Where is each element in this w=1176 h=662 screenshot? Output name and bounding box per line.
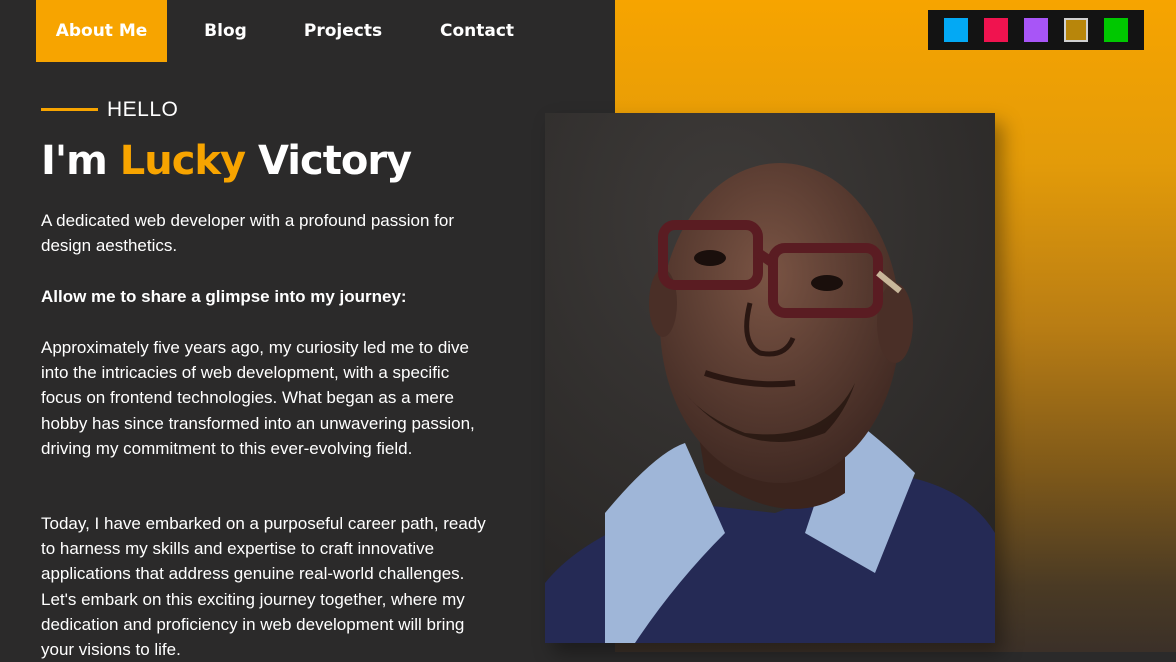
title-prefix: I'm xyxy=(41,138,108,184)
title-last-name: Victory xyxy=(258,138,412,184)
profile-photo xyxy=(545,113,995,643)
greeting: HELLO xyxy=(107,98,179,121)
theme-swatch-gold[interactable] xyxy=(1064,18,1088,42)
journey-paragraph-2: Today, I have embarked on a purposeful c… xyxy=(41,514,486,660)
theme-swatch-red[interactable] xyxy=(984,18,1008,42)
nav-projects[interactable]: Projects xyxy=(284,0,402,62)
theme-swatch-purple[interactable] xyxy=(1024,18,1048,42)
theme-color-picker xyxy=(928,10,1144,50)
theme-swatch-blue[interactable] xyxy=(944,18,968,42)
profile-photo-illustration xyxy=(545,113,995,643)
journey-paragraph-1: Approximately five years ago, my curiosi… xyxy=(41,338,475,458)
journey-subheading: Allow me to share a glimpse into my jour… xyxy=(41,287,407,306)
page-title: I'm Lucky Victory xyxy=(41,138,412,184)
title-first-name: Lucky xyxy=(119,138,246,184)
nav-about-me[interactable]: About Me xyxy=(36,0,167,62)
nav-contact[interactable]: Contact xyxy=(402,0,552,62)
intro-text: A dedicated web developer with a profoun… xyxy=(41,211,454,256)
hello-accent-line xyxy=(41,108,98,111)
theme-swatch-green[interactable] xyxy=(1104,18,1128,42)
nav-blog[interactable]: Blog xyxy=(167,0,284,62)
main-nav: About Me Blog Projects Contact xyxy=(36,0,552,62)
